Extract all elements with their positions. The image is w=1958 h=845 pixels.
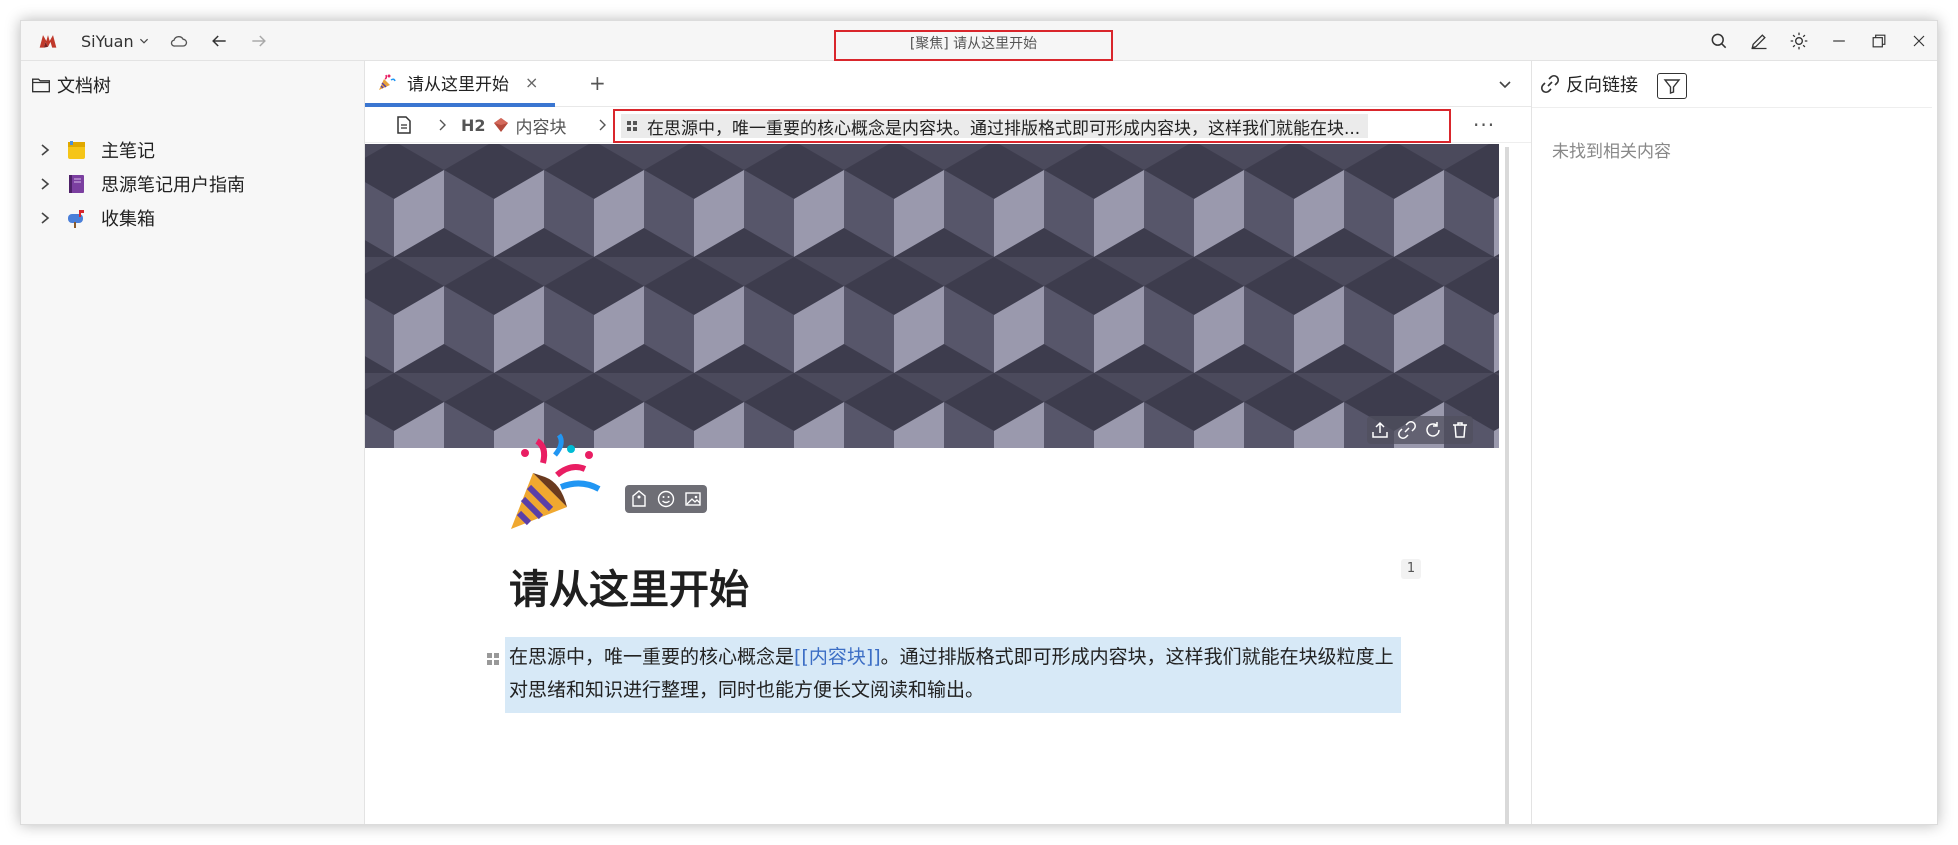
cloud-sync-icon[interactable] [164, 21, 194, 61]
focused-block-text: 在思源中，唯一重要的核心概念是内容块。通过排版格式即可形成内容块，这样我们就能在… [647, 118, 1361, 139]
backlinks-panel: 反向链接 未找到相关内容 [1531, 61, 1937, 824]
chevron-right-icon[interactable] [38, 177, 52, 191]
search-icon[interactable] [1704, 21, 1734, 61]
emoji-icon[interactable] [656, 489, 676, 509]
link-icon[interactable] [1397, 420, 1417, 440]
tag-icon[interactable] [629, 489, 649, 509]
chevron-down-icon[interactable] [1495, 74, 1515, 94]
notebook-yellow-icon [68, 141, 85, 159]
tree-item-label: 主笔记 [101, 141, 155, 162]
block-cube-icon [493, 118, 508, 132]
backlinks-header[interactable]: 反向链接 [1540, 61, 1638, 107]
link-icon [1540, 74, 1560, 94]
tree-item-user-guide[interactable]: 思源笔记用户指南 [21, 167, 365, 201]
breadcrumb: H2 内容块 在思源中，唯一重要的核心概念是内容块。通过排版格式即可形成内容块，… [365, 107, 1531, 143]
file-tree-header[interactable]: 文档树 [31, 71, 111, 99]
minimize-icon[interactable] [1824, 21, 1854, 61]
workspace-label: SiYuan [81, 31, 134, 51]
tab-bar: 请从这里开始 × + [365, 61, 1531, 107]
upload-icon[interactable] [1370, 420, 1390, 440]
party-popper-icon[interactable] [501, 433, 605, 537]
editor-area: 请从这里开始 × + H2 内容块 在思源中，唯一重要的核心概念是内容块。通过排… [365, 61, 1531, 824]
document-icon[interactable] [395, 107, 413, 143]
icon-tools [625, 485, 707, 513]
reference-count-badge[interactable]: 1 [1401, 559, 1421, 579]
close-window-icon[interactable] [1904, 21, 1934, 61]
file-tree-panel: 文档树 主笔记 思源笔记用户指南 收集箱 [21, 61, 365, 824]
image-icon[interactable] [683, 489, 703, 509]
siyuan-window: SiYuan [聚焦] 请从这里开始 文档树 主笔记 思源笔记用户指南 收集箱 … [20, 20, 1938, 825]
backlinks-title: 反向链接 [1566, 75, 1638, 96]
block-reference-link[interactable]: [[内容块]] [794, 646, 881, 668]
more-options-button[interactable]: ··· [1473, 107, 1495, 143]
cube-pattern-cover [365, 144, 1499, 448]
tab-close-button[interactable]: × [525, 73, 538, 92]
paragraph-text-before: 在思源中，唯一重要的核心概念是 [509, 646, 795, 668]
mailbox-icon [68, 210, 84, 228]
restore-window-icon[interactable] [1864, 21, 1894, 61]
refresh-icon[interactable] [1423, 420, 1443, 440]
drag-handle-icon[interactable] [485, 651, 501, 667]
chevron-down-icon [139, 38, 148, 44]
trash-icon[interactable] [1450, 420, 1470, 440]
paragraph-block-icon [627, 121, 637, 131]
tree-item-main-notes[interactable]: 主笔记 [21, 133, 365, 167]
cover-actions [1367, 416, 1473, 444]
chevron-right-icon[interactable] [38, 211, 52, 225]
new-tab-button[interactable]: + [589, 71, 606, 95]
sun-theme-icon[interactable] [1784, 21, 1814, 61]
file-tree-title: 文档树 [57, 76, 111, 97]
tree-item-label: 收集箱 [101, 209, 155, 230]
chevron-right-icon [597, 107, 609, 143]
chevron-right-icon [437, 107, 449, 143]
content-paragraph-block[interactable]: 在思源中，唯一重要的核心概念是[[内容块]]。通过排版格式即可形成内容块，这样我… [505, 637, 1401, 713]
book-purple-icon [69, 175, 84, 193]
heading-level-label: H2 [461, 115, 486, 135]
filter-button[interactable] [1657, 73, 1687, 99]
filter-icon [1663, 79, 1681, 94]
divider [1532, 107, 1932, 108]
workspace-menu[interactable]: SiYuan [81, 21, 150, 61]
party-popper-icon [379, 74, 396, 90]
window-title: [聚焦] 请从这里开始 [834, 30, 1113, 61]
edit-pencil-icon[interactable] [1744, 21, 1774, 61]
heading-label: 内容块 [515, 117, 567, 138]
chevron-right-icon[interactable] [38, 143, 52, 157]
document-cover-image[interactable] [365, 144, 1499, 448]
document-title[interactable]: 请从这里开始 [509, 557, 749, 615]
forward-arrow-icon[interactable] [244, 21, 274, 61]
back-arrow-icon[interactable] [204, 21, 234, 61]
siyuan-logo-icon[interactable] [35, 21, 61, 61]
title-bar: SiYuan [聚焦] 请从这里开始 [21, 21, 1937, 61]
tab-start-here[interactable]: 请从这里开始 × [365, 61, 555, 107]
empty-state-text: 未找到相关内容 [1552, 142, 1671, 162]
breadcrumb-heading[interactable]: H2 内容块 [461, 107, 567, 143]
tree-item-label: 思源笔记用户指南 [101, 175, 245, 196]
tree-item-inbox[interactable]: 收集箱 [21, 201, 365, 235]
folder-icon [32, 78, 50, 93]
tab-label: 请从这里开始 [407, 74, 509, 95]
breadcrumb-focused-block[interactable]: 在思源中，唯一重要的核心概念是内容块。通过排版格式即可形成内容块，这样我们就能在… [613, 109, 1451, 143]
scrollbar[interactable] [1505, 147, 1509, 824]
